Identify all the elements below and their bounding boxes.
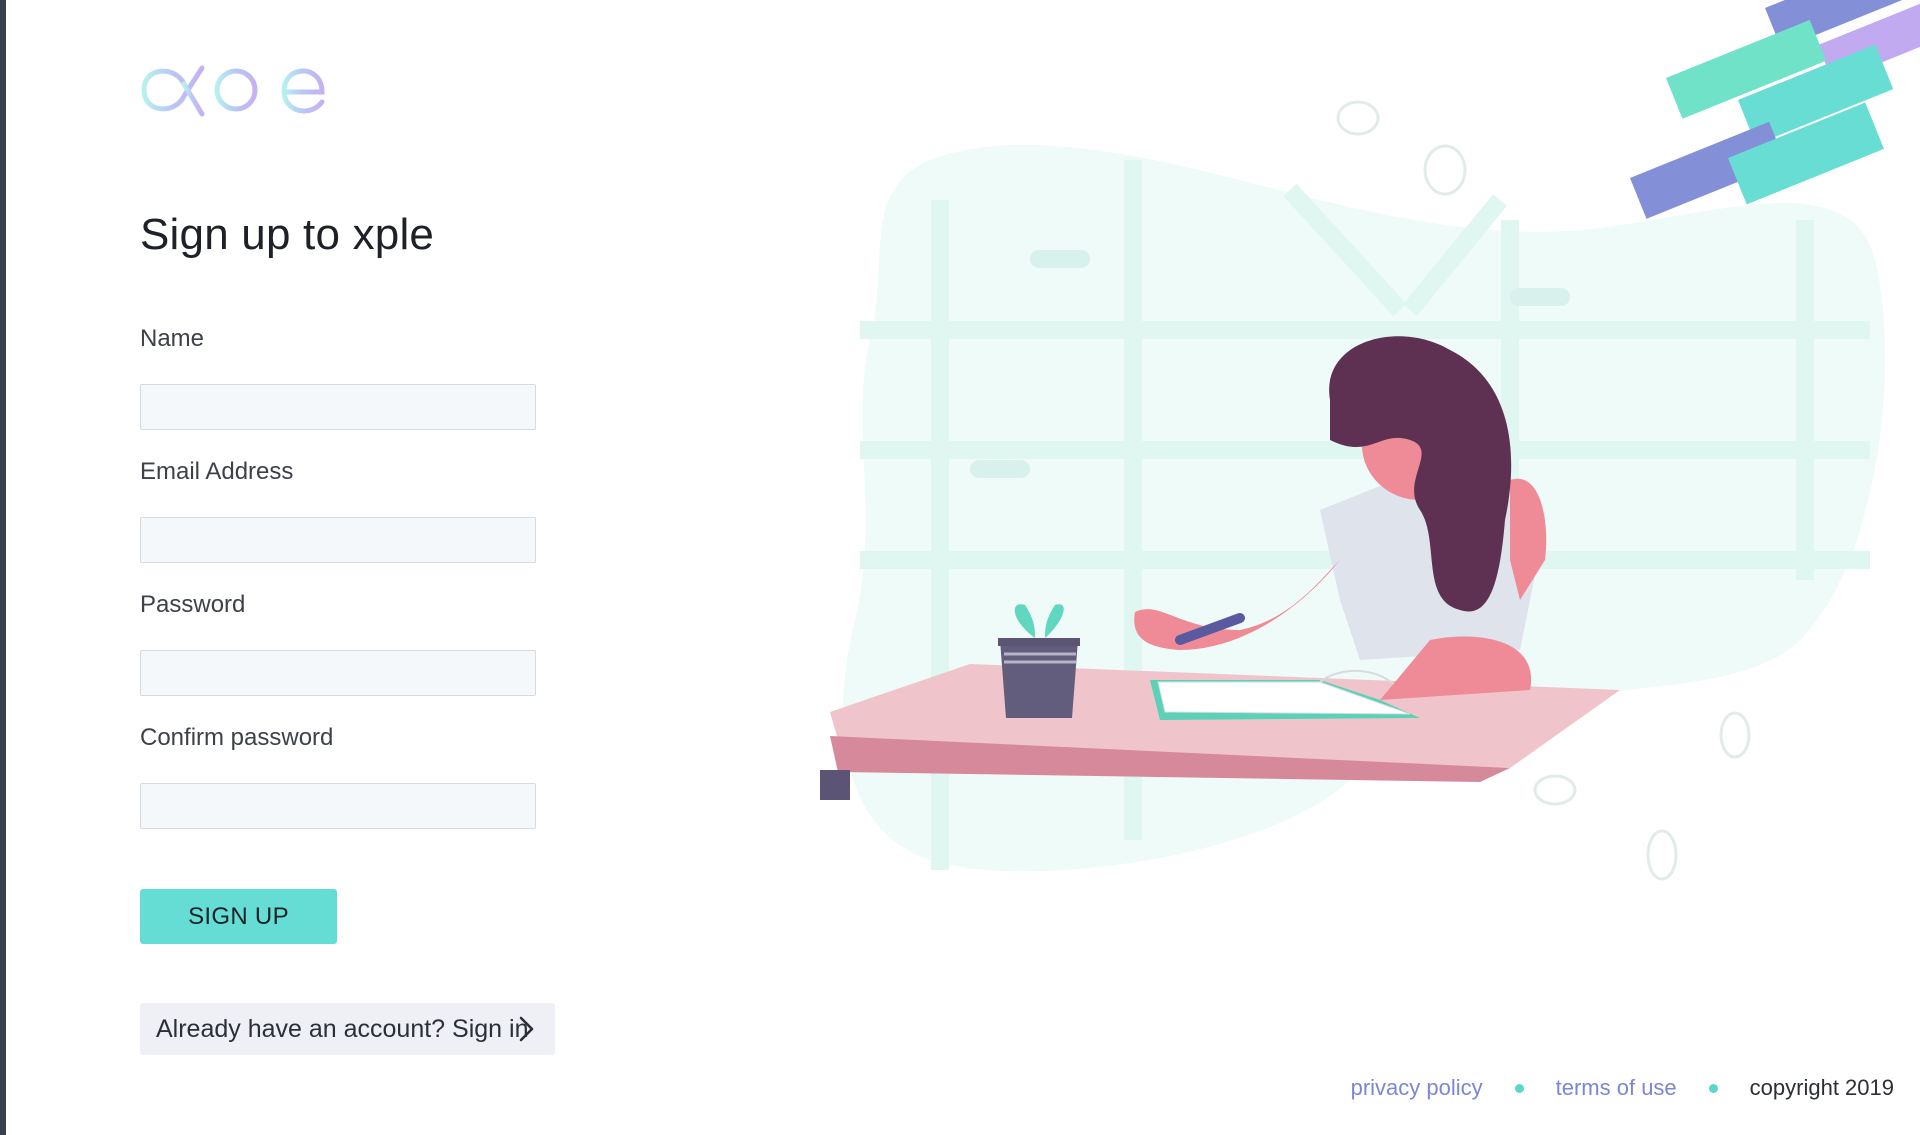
terms-of-use-link[interactable]: terms of use bbox=[1556, 1075, 1677, 1101]
left-edge-bar bbox=[0, 0, 6, 1135]
woman-writing-illustration bbox=[820, 0, 1920, 900]
confirm-password-label: Confirm password bbox=[140, 724, 334, 751]
footer-separator-dot bbox=[1708, 1083, 1718, 1093]
confirm-password-input[interactable] bbox=[140, 783, 536, 829]
signup-form: Sign up to xple bbox=[140, 200, 560, 260]
signup-page: Sign up to xple Name Email Address Passw… bbox=[0, 0, 1920, 1135]
sign-in-link[interactable]: Already have an account? Sign in bbox=[140, 1003, 555, 1055]
page-title: Sign up to xple bbox=[140, 210, 435, 259]
name-input[interactable] bbox=[140, 384, 536, 430]
confirm-password-field-group: Confirm password bbox=[140, 724, 540, 752]
xple-logo bbox=[140, 26, 330, 128]
chevron-right-icon bbox=[515, 1015, 539, 1043]
footer-separator-dot bbox=[1514, 1083, 1524, 1093]
name-label: Name bbox=[140, 325, 205, 352]
email-label: Email Address bbox=[140, 458, 294, 485]
password-field-group: Password bbox=[140, 591, 540, 619]
email-field-group: Email Address bbox=[140, 458, 540, 486]
sign-up-button[interactable]: SIGN UP bbox=[140, 889, 337, 944]
email-input[interactable] bbox=[140, 517, 536, 563]
sign-in-link-text: Already have an account? Sign in bbox=[156, 1014, 529, 1043]
password-label: Password bbox=[140, 591, 246, 618]
name-field-group: Name bbox=[140, 325, 540, 353]
copyright-text: copyright 2019 bbox=[1749, 1075, 1894, 1100]
privacy-policy-link[interactable]: privacy policy bbox=[1351, 1075, 1483, 1101]
password-input[interactable] bbox=[140, 650, 536, 696]
footer: privacy policy terms of use copyright 20… bbox=[1351, 1075, 1894, 1101]
